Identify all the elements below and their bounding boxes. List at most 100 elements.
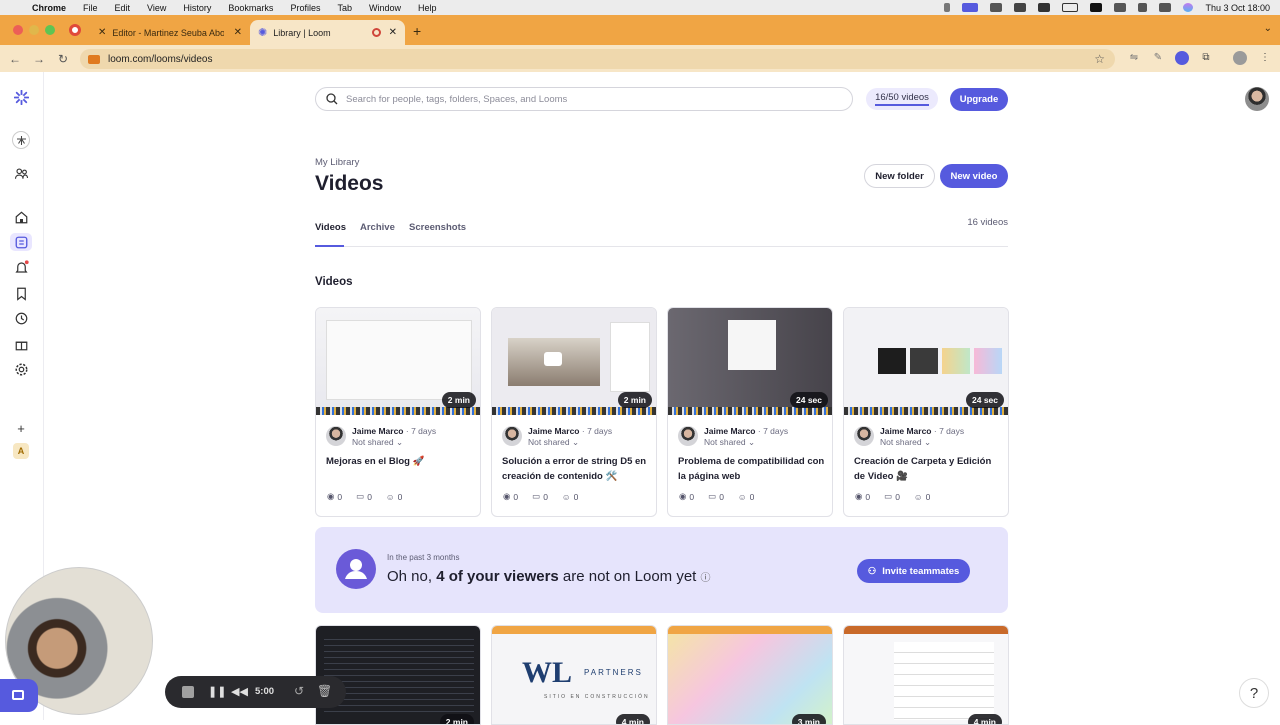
menu-edit[interactable]: Edit bbox=[115, 3, 131, 13]
menu-view[interactable]: View bbox=[147, 3, 166, 13]
extension-icon[interactable]: ✎ bbox=[1151, 51, 1165, 65]
reload-icon[interactable]: ↻ bbox=[51, 52, 75, 66]
restart-icon[interactable]: ↺ bbox=[294, 684, 304, 698]
tab-editor[interactable]: ✕ Editor - Martinez Seuba Abog ✕ bbox=[90, 20, 250, 45]
cloud-icon[interactable] bbox=[990, 3, 1003, 12]
control-center-icon[interactable] bbox=[1159, 3, 1172, 12]
video-card[interactable]: 4 min bbox=[843, 625, 1009, 725]
site-info-icon[interactable] bbox=[88, 54, 100, 64]
record-launcher-button[interactable] bbox=[0, 679, 38, 712]
rewind-icon[interactable]: ◀◀ bbox=[231, 685, 248, 698]
banner-message-prefix: Oh no, bbox=[387, 568, 437, 585]
bookmark-star-icon[interactable]: ☆ bbox=[1094, 52, 1105, 66]
loom-extension-icon[interactable] bbox=[1175, 51, 1189, 65]
new-tab-icon[interactable]: + bbox=[413, 23, 421, 39]
workspace-avatar-a[interactable]: A bbox=[13, 443, 29, 459]
workspace-logo-icon[interactable] bbox=[12, 131, 30, 149]
spotlight-icon[interactable] bbox=[1138, 3, 1148, 12]
sharing-status[interactable]: Not shared ⌄ bbox=[880, 437, 931, 448]
help-button[interactable]: ? bbox=[1239, 678, 1269, 708]
video-card[interactable]: 2 min bbox=[315, 625, 481, 725]
forward-icon[interactable]: → bbox=[27, 52, 51, 66]
zoom-window-button[interactable] bbox=[45, 25, 55, 35]
video-card[interactable]: 24 sec Jaime Marco · 7 days Not shared ⌄… bbox=[667, 307, 833, 517]
menu-chrome[interactable]: Chrome bbox=[32, 3, 66, 13]
menu-history[interactable]: History bbox=[183, 3, 211, 13]
video-title[interactable]: Creación de Carpeta y Edición de Video 🎥 bbox=[854, 454, 1002, 484]
screenshot-icon[interactable] bbox=[1014, 3, 1027, 12]
video-card[interactable]: 2 min Jaime Marco · 7 days Not shared ⌄ … bbox=[491, 307, 657, 517]
video-card[interactable]: WL PARTNERS SITIO EN CONSTRUCCIÓN 4 min bbox=[491, 625, 657, 725]
video-thumbnail[interactable]: 24 sec bbox=[844, 308, 1008, 415]
breadcrumb[interactable]: My Library bbox=[315, 157, 359, 168]
chrome-menu-icon[interactable]: ⋮ bbox=[1258, 51, 1272, 65]
pause-icon[interactable]: ❚❚ bbox=[208, 685, 226, 698]
chevron-down-icon: ⌄ bbox=[923, 437, 932, 447]
tab-videos[interactable]: Videos bbox=[315, 222, 346, 233]
siri-icon[interactable] bbox=[1183, 3, 1194, 12]
back-icon[interactable]: ← bbox=[3, 52, 27, 66]
menu-tab[interactable]: Tab bbox=[337, 3, 352, 13]
extensions-puzzle-icon[interactable]: ⧉ bbox=[1199, 51, 1213, 65]
search-input[interactable]: Search for people, tags, folders, Spaces… bbox=[315, 87, 853, 111]
recording-tab-icon[interactable] bbox=[69, 24, 81, 36]
settings-gear-icon[interactable] bbox=[12, 360, 30, 378]
tab-screenshots[interactable]: Screenshots bbox=[409, 222, 466, 233]
sharing-status[interactable]: Not shared ⌄ bbox=[704, 437, 755, 448]
video-title[interactable]: Problema de compatibilidad con la página… bbox=[678, 454, 826, 484]
menu-file[interactable]: File bbox=[83, 3, 98, 13]
bookmark-icon[interactable] bbox=[12, 284, 30, 302]
user-avatar[interactable] bbox=[1245, 87, 1269, 111]
user-avatar-icon bbox=[336, 549, 376, 589]
display-icon[interactable] bbox=[1038, 3, 1051, 12]
wifi-icon[interactable] bbox=[1114, 3, 1127, 12]
invite-teammates-button[interactable]: ⚇ Invite teammates bbox=[857, 559, 970, 583]
menu-profiles[interactable]: Profiles bbox=[290, 3, 320, 13]
minimize-window-button[interactable] bbox=[29, 25, 39, 35]
profile-avatar-icon[interactable] bbox=[1233, 51, 1247, 65]
tab-loom-library[interactable]: ✺ Library | Loom ✕ bbox=[250, 20, 405, 45]
trash-icon[interactable]: 🗑 bbox=[317, 684, 332, 698]
menu-bookmarks[interactable]: Bookmarks bbox=[228, 3, 273, 13]
members-icon[interactable] bbox=[12, 164, 30, 182]
library-icon[interactable] bbox=[10, 233, 32, 251]
reactions-count: 0 bbox=[749, 491, 755, 502]
home-icon[interactable] bbox=[12, 208, 30, 226]
info-icon[interactable]: ⓘ bbox=[701, 573, 711, 584]
new-video-button[interactable]: New video bbox=[940, 164, 1008, 188]
close-window-button[interactable] bbox=[13, 25, 23, 35]
menu-help[interactable]: Help bbox=[418, 3, 437, 13]
address-bar[interactable]: loom.com/looms/videos ☆ bbox=[80, 49, 1115, 69]
upgrade-button[interactable]: Upgrade bbox=[950, 88, 1008, 111]
loom-status-icon[interactable] bbox=[962, 3, 979, 12]
page-title: Videos bbox=[315, 172, 384, 195]
video-card[interactable]: 2 min Jaime Marco · 7 days Not shared ⌄ … bbox=[315, 307, 481, 517]
loom-logo-icon[interactable] bbox=[12, 88, 30, 106]
add-workspace-icon[interactable]: + bbox=[12, 419, 30, 437]
video-thumbnail[interactable]: 2 min bbox=[316, 308, 480, 415]
video-title[interactable]: Mejoras en el Blog 🚀 bbox=[326, 454, 474, 469]
video-title[interactable]: Solución a error de string D5 en creació… bbox=[502, 454, 650, 484]
video-quota-badge[interactable]: 16/50 videos bbox=[866, 88, 938, 110]
close-tab-icon[interactable]: ✕ bbox=[234, 27, 242, 38]
stop-recording-button[interactable] bbox=[182, 686, 194, 698]
gift-icon[interactable] bbox=[12, 335, 30, 353]
sharing-status[interactable]: Not shared ⌄ bbox=[528, 437, 579, 448]
menubar-clock[interactable]: Thu 3 Oct 18:00 bbox=[1205, 3, 1270, 13]
video-card[interactable]: 24 sec Jaime Marco · 7 days Not shared ⌄… bbox=[843, 307, 1009, 517]
video-thumbnail[interactable]: 2 min bbox=[492, 308, 656, 415]
video-thumbnail[interactable]: 24 sec bbox=[668, 308, 832, 415]
notifications-bell-icon[interactable] bbox=[12, 258, 30, 276]
video-card[interactable]: 3 min bbox=[667, 625, 833, 725]
tab-search-icon[interactable]: ⌄ bbox=[1264, 23, 1272, 34]
battery-icon[interactable] bbox=[1062, 3, 1079, 12]
microphone-icon[interactable] bbox=[944, 3, 951, 12]
input-source-icon[interactable] bbox=[1090, 3, 1103, 12]
tab-archive[interactable]: Archive bbox=[360, 222, 395, 233]
history-clock-icon[interactable] bbox=[12, 309, 30, 327]
new-folder-button[interactable]: New folder bbox=[864, 164, 935, 188]
menu-window[interactable]: Window bbox=[369, 3, 401, 13]
extension-icon[interactable]: ⇋ bbox=[1127, 51, 1141, 65]
sharing-status[interactable]: Not shared ⌄ bbox=[352, 437, 403, 448]
close-tab-icon[interactable]: ✕ bbox=[389, 27, 397, 38]
